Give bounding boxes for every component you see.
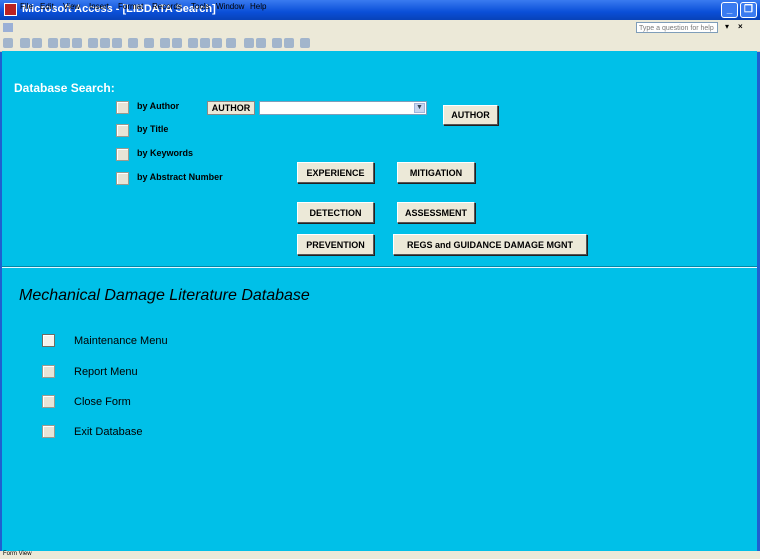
menu-window[interactable]: Window <box>216 2 244 11</box>
author-combobox-value <box>260 107 262 117</box>
assessment-button[interactable]: ASSESSMENT <box>397 202 475 223</box>
maintenance-menu-button[interactable] <box>42 334 55 347</box>
undo-icon[interactable] <box>128 38 138 48</box>
cut-icon[interactable] <box>88 38 98 48</box>
apply-filter-icon[interactable] <box>212 38 222 48</box>
help-icon[interactable] <box>300 38 310 48</box>
new-record-icon[interactable] <box>244 38 254 48</box>
by-abstract-number-label: by Abstract Number <box>137 172 223 182</box>
close-form-label: Close Form <box>74 396 131 408</box>
menu-edit[interactable]: Edit <box>40 2 54 11</box>
exit-database-button[interactable] <box>42 425 55 438</box>
maintenance-menu-label: Maintenance Menu <box>74 335 168 347</box>
section-divider <box>2 266 757 268</box>
chevron-down-icon[interactable]: ▼ <box>414 103 425 113</box>
paste-icon[interactable] <box>112 38 122 48</box>
menu-records[interactable]: Records <box>152 2 182 11</box>
by-author-checkbox[interactable] <box>116 101 129 114</box>
author-combobox[interactable]: ▼ <box>259 101 427 115</box>
close-window-icon[interactable]: × <box>738 22 743 31</box>
help-search-input[interactable]: Type a question for help <box>636 22 718 33</box>
menu-tools[interactable]: Tools <box>191 2 210 11</box>
by-keywords-checkbox[interactable] <box>116 148 129 161</box>
restore-icon[interactable]: ❐ <box>740 2 757 18</box>
minimize-icon[interactable]: _ <box>721 2 738 18</box>
author-search-button[interactable]: AUTHOR <box>443 105 498 125</box>
close-form-button[interactable] <box>42 395 55 408</box>
sort-descending-icon[interactable] <box>172 38 182 48</box>
spelling-icon[interactable] <box>72 38 82 48</box>
regs-guidance-button[interactable]: REGS and GUIDANCE DAMAGE MGNT <box>393 234 587 255</box>
by-author-label: by Author <box>137 101 180 111</box>
menu-file[interactable]: File <box>20 2 33 11</box>
by-abstract-number-checkbox[interactable] <box>116 172 129 185</box>
delete-record-icon[interactable] <box>256 38 266 48</box>
save-icon[interactable] <box>20 38 30 48</box>
menu-format[interactable]: Format <box>118 2 143 11</box>
database-title: Mechanical Damage Literature Database <box>19 287 310 304</box>
hyperlink-icon[interactable] <box>144 38 154 48</box>
detection-button[interactable]: DETECTION <box>297 202 374 223</box>
menu-insert[interactable]: Insert <box>89 2 109 11</box>
mitigation-button[interactable]: MITIGATION <box>397 162 475 183</box>
by-title-label: by Title <box>137 124 169 134</box>
exit-database-label: Exit Database <box>74 426 143 438</box>
status-text: Form View <box>3 551 32 557</box>
form-control-icon[interactable] <box>3 23 13 32</box>
filter-by-selection-icon[interactable] <box>188 38 198 48</box>
new-object-icon[interactable] <box>284 38 294 48</box>
database-search-heading: Database Search: <box>14 81 115 95</box>
menu-help[interactable]: Help <box>250 2 266 11</box>
experience-button[interactable]: EXPERIENCE <box>297 162 374 183</box>
status-bar: Form View <box>0 551 760 559</box>
search-icon[interactable] <box>32 38 42 48</box>
access-app-icon[interactable] <box>4 3 17 16</box>
copy-icon[interactable] <box>100 38 110 48</box>
sort-ascending-icon[interactable] <box>160 38 170 48</box>
find-icon[interactable] <box>226 38 236 48</box>
report-menu-label: Report Menu <box>74 366 138 378</box>
author-field-label: AUTHOR <box>207 101 255 115</box>
report-menu-button[interactable] <box>42 365 55 378</box>
database-window-icon[interactable] <box>272 38 282 48</box>
help-dropdown-icon[interactable]: ▾ <box>725 22 729 31</box>
prevention-button[interactable]: PREVENTION <box>297 234 374 255</box>
by-keywords-label: by Keywords <box>137 148 194 158</box>
filter-by-form-icon[interactable] <box>200 38 210 48</box>
print-preview-icon[interactable] <box>60 38 70 48</box>
by-title-checkbox[interactable] <box>116 124 129 137</box>
menu-view[interactable]: View <box>63 2 80 11</box>
print-icon[interactable] <box>48 38 58 48</box>
view-icon[interactable] <box>3 38 13 48</box>
